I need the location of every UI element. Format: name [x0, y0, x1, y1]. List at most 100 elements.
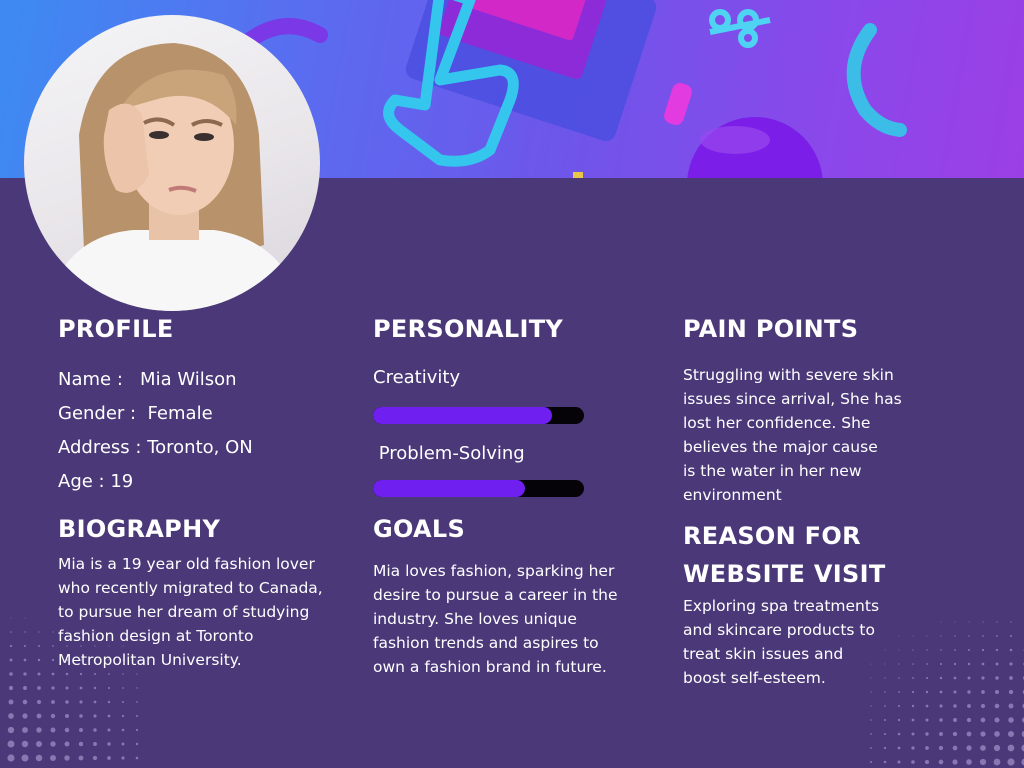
halftone-dot	[79, 700, 83, 704]
halftone-dot	[107, 728, 111, 732]
halftone-dot	[64, 741, 70, 747]
halftone-dot	[136, 715, 138, 717]
halftone-dot	[966, 745, 972, 751]
halftone-dot	[981, 690, 985, 694]
halftone-dot	[870, 705, 872, 707]
halftone-dot	[37, 672, 41, 676]
halftone-dot	[78, 755, 84, 761]
halftone-dot	[967, 676, 971, 680]
halftone-dot	[135, 728, 139, 732]
halftone-dot	[24, 617, 26, 619]
halftone-dot	[884, 677, 886, 679]
halftone-dot	[981, 648, 985, 652]
halftone-dot	[1010, 621, 1012, 623]
halftone-dot	[938, 745, 944, 751]
halftone-dot	[136, 687, 138, 689]
profile-photo	[24, 15, 320, 311]
halftone-dot	[1009, 648, 1013, 652]
halftone-dot	[136, 673, 138, 675]
halftone-dot	[121, 728, 125, 732]
pain-points-text: Struggling with severe skin issues since…	[683, 366, 902, 504]
halftone-dot	[121, 756, 125, 760]
halftone-dot	[65, 714, 69, 718]
goals-text: Mia loves fashion, sparking her desire t…	[373, 562, 618, 676]
halftone-dot	[121, 714, 125, 718]
halftone-dot	[1007, 730, 1015, 738]
halftone-dot	[79, 686, 83, 690]
halftone-dot	[8, 685, 14, 691]
halftone-dot	[926, 663, 928, 665]
halftone-dot	[925, 676, 929, 680]
halftone-dot	[954, 649, 956, 651]
halftone-dot	[884, 691, 886, 693]
trait-label-problem-solving: Problem-Solving	[373, 443, 525, 464]
trait-bar-creativity	[373, 407, 584, 424]
halftone-dot	[24, 631, 26, 633]
halftone-dots-right	[869, 621, 1024, 766]
halftone-dot	[925, 732, 929, 736]
profile-age: Age : 19	[58, 471, 134, 492]
halftone-dot	[870, 747, 872, 749]
halftone-dot	[967, 662, 971, 666]
halftone-dot	[940, 621, 942, 623]
halftone-dot	[8, 713, 14, 719]
halftone-dot	[994, 689, 1000, 695]
halftone-dot	[1009, 676, 1013, 680]
halftone-dot	[1008, 689, 1014, 695]
halftone-dot	[911, 732, 915, 736]
halftone-dot	[967, 704, 971, 708]
halftone-dot	[1007, 758, 1015, 766]
halftone-dot	[22, 727, 28, 733]
halftone-dot	[65, 700, 69, 704]
halftone-dot	[51, 658, 55, 662]
halftone-dot	[107, 742, 111, 746]
halftone-dot	[52, 631, 54, 633]
halftone-dot	[898, 649, 900, 651]
halftone-dot	[912, 663, 914, 665]
profile-name: Name : Mia Wilson	[58, 369, 237, 390]
halftone-dot	[912, 635, 914, 637]
halftone-dot	[870, 733, 872, 735]
halftone-dot	[21, 754, 29, 762]
halftone-dot	[939, 690, 943, 694]
goals-heading: GOALS	[373, 515, 466, 543]
halftone-dot	[911, 718, 915, 722]
halftone-dot	[953, 662, 957, 666]
halftone-dot	[968, 635, 970, 637]
halftone-dot	[65, 672, 69, 676]
halftone-dot	[869, 760, 873, 764]
halftone-dot	[121, 700, 125, 704]
halftone-dot	[980, 717, 986, 723]
halftone-dot	[968, 621, 970, 623]
halftone-dot	[9, 644, 13, 648]
halftone-dot	[92, 755, 98, 761]
halftone-dot	[898, 635, 900, 637]
halftone-dot	[135, 756, 139, 760]
halftone-dot	[23, 658, 27, 662]
halftone-dot	[953, 676, 957, 680]
halftone-dot	[23, 686, 27, 690]
halftone-dot	[38, 631, 40, 633]
halftone-dot	[79, 672, 83, 676]
halftone-dot	[64, 755, 70, 761]
halftone-dot	[52, 645, 54, 647]
halftone-dot	[64, 727, 70, 733]
halftone-dot	[65, 686, 69, 690]
halftone-dot	[898, 677, 900, 679]
halftone-dot	[23, 644, 27, 648]
halftone-dot	[897, 704, 901, 708]
halftone-dot	[980, 703, 986, 709]
halftone-dot	[7, 740, 15, 748]
halftone-dot	[995, 676, 999, 680]
halftone-dot	[980, 745, 986, 751]
halftone-dot	[925, 746, 929, 750]
profile-gender: Gender : Female	[58, 403, 213, 424]
halftone-dot	[37, 658, 41, 662]
halftone-dot	[93, 742, 97, 746]
halftone-dot	[22, 713, 28, 719]
halftone-dot	[897, 746, 901, 750]
reason-heading-line2: WEBSITE VISIT	[683, 560, 886, 588]
halftone-dot	[10, 631, 12, 633]
halftone-dot	[953, 718, 957, 722]
halftone-dot	[995, 662, 999, 666]
